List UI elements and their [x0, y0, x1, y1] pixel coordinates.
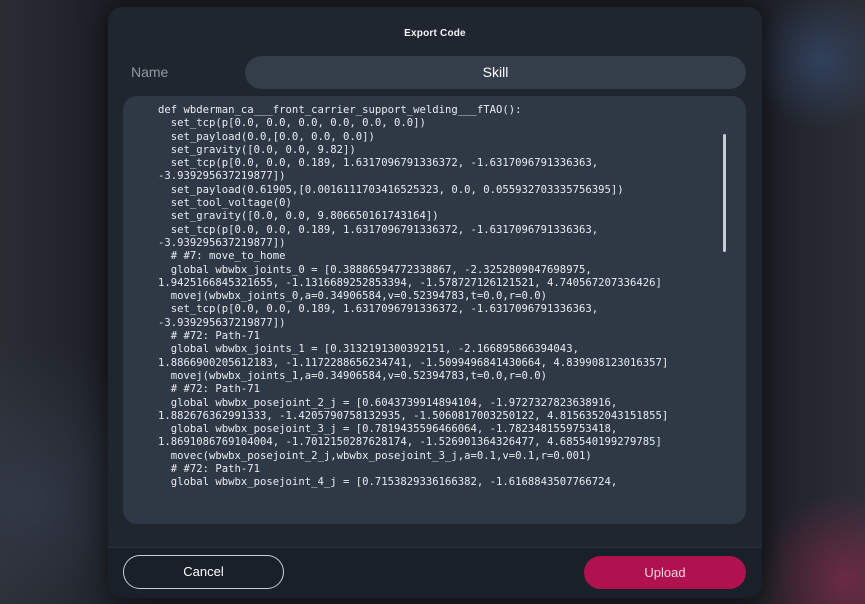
upload-button[interactable]: Upload: [584, 556, 746, 589]
code-line: movec(wbwbx_posejoint_2_j,wbwbx_posejoin…: [158, 449, 592, 462]
code-line: set_tcp(p[0.0, 0.0, 0.189, 1.63170967913…: [158, 303, 599, 316]
code-line: set_payload(0.0,[0.0, 0.0, 0.0]): [158, 130, 375, 143]
cancel-button[interactable]: Cancel: [123, 555, 284, 589]
code-line: # #72: Path-71: [158, 463, 261, 476]
code-line: global wbwbx_posejoint_3_j = [0.78194355…: [158, 423, 618, 436]
code-line: movej(wbwbx_joints_0,a=0.34906584,v=0.52…: [158, 290, 548, 303]
code-line: 1.882676362991333, -1.4205790758132935, …: [158, 409, 669, 422]
code-line: set_tcp(p[0.0, 0.0, 0.189, 1.63170967913…: [158, 157, 599, 170]
code-viewer[interactable]: def wbderman_ca___front_carrier_support_…: [158, 104, 710, 499]
code-line: set_tcp(p[0.0, 0.0, 0.0, 0.0, 0.0, 0.0]): [158, 117, 426, 130]
code-line: set_payload(0.61905,[0.00161117034165253…: [158, 183, 624, 196]
code-line: -3.939295637219877]): [158, 316, 286, 329]
code-text: def wbderman_ca___front_carrier_support_…: [158, 104, 668, 490]
code-line: set_gravity([0.0, 0.0, 9.806650161743164…: [158, 210, 439, 223]
code-line: def wbderman_ca___front_carrier_support_…: [158, 104, 522, 116]
code-line: # #7: move_to_home: [158, 250, 286, 263]
export-code-dialog: Export Code Name Skill def wbderman_ca__…: [108, 7, 762, 598]
code-line: global wbwbx_posejoint_2_j = [0.60437399…: [158, 396, 618, 409]
code-line: global wbwbx_joints_1 = [0.3132191300392…: [158, 343, 579, 356]
code-line: -3.939295637219877]): [158, 236, 286, 249]
code-scrollbar[interactable]: [723, 134, 726, 252]
code-line: global wbwbx_joints_0 = [0.3888659477233…: [158, 263, 592, 276]
code-line: # #72: Path-71: [158, 383, 261, 396]
code-line: 1.8866900205612183, -1.1172288656234741,…: [158, 356, 669, 369]
code-line: -3.939295637219877]): [158, 170, 286, 183]
dialog-title: Export Code: [404, 28, 466, 39]
code-line: 1.8691086769104004, -1.7012150287628174,…: [158, 436, 662, 449]
code-line: movej(wbwbx_joints_1,a=0.34906584,v=0.52…: [158, 369, 548, 382]
code-line: set_tool_voltage(0): [158, 197, 292, 210]
code-line: global wbwbx_posejoint_4_j = [0.71538293…: [158, 476, 618, 489]
code-line: set_gravity([0.0, 0.0, 9.82]): [158, 143, 356, 156]
code-panel[interactable]: def wbderman_ca___front_carrier_support_…: [123, 96, 746, 524]
code-line: set_tcp(p[0.0, 0.0, 0.189, 1.63170967913…: [158, 223, 599, 236]
name-label: Name: [131, 64, 169, 80]
code-line: # #72: Path-71: [158, 330, 261, 343]
code-line: 1.9425166845321655, -1.1316689252853394,…: [158, 276, 662, 289]
name-input[interactable]: Skill: [245, 56, 746, 89]
